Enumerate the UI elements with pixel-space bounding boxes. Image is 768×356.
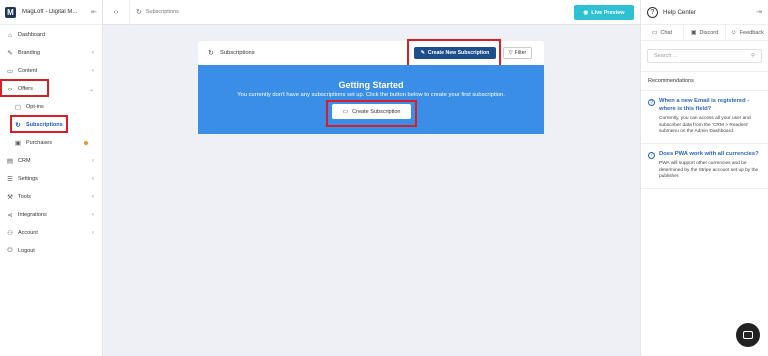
question-icon: ? — [648, 151, 655, 159]
card-title: Subscriptions — [219, 50, 255, 56]
chevron-left-icon: ‹ — [92, 158, 94, 164]
sidebar-item-crm[interactable]: ▤ CRM ‹ — [0, 152, 102, 170]
tab-discord[interactable]: ▣ Discord — [684, 25, 727, 40]
sidebar-item-label: Opt-ins — [26, 104, 44, 110]
recommendation-question: When a new Email is registered - where i… — [659, 98, 750, 112]
sidebar-item-branding[interactable]: ✎ Branding ‹ — [0, 44, 102, 62]
filter-label: Filter — [514, 50, 527, 56]
search-icon: ⚲ — [750, 53, 755, 59]
code-icon[interactable]: ‹› — [103, 9, 129, 16]
chat-launcher-button[interactable] — [736, 323, 760, 347]
feedback-icon: ☺ — [730, 29, 737, 36]
sidebar-item-label: Purchases — [26, 140, 52, 146]
highlight-subscriptions — [10, 115, 68, 133]
tools-icon: ⚒ — [7, 194, 13, 201]
sidebar-item-content[interactable]: ▭ Content ‹ — [0, 62, 102, 80]
sidebar-item-label: Settings — [18, 176, 38, 182]
cart-icon: ▣ — [14, 140, 22, 147]
sidebar: M MagLoft - Digital M... ⇤ ⌂ Dashboard ✎… — [0, 0, 103, 356]
optin-icon: ▢ — [14, 104, 22, 111]
recommendation-question: Does PWA work with all currencies? — [659, 150, 759, 157]
chevron-left-icon: ‹ — [92, 50, 94, 56]
chevron-left-icon: ‹ — [92, 212, 94, 218]
chat-icon: ▭ — [651, 30, 658, 36]
recommendation-answer: PWA will support other currencies and be… — [659, 161, 759, 179]
search-placeholder: Search ... — [654, 53, 678, 59]
collapse-sidebar-icon[interactable]: ⇤ — [91, 8, 97, 16]
sidebar-item-label: Content — [18, 68, 38, 74]
notification-dot — [84, 141, 88, 145]
discord-icon: ▣ — [690, 30, 697, 36]
sidebar-item-label: CRM — [18, 158, 31, 164]
tab-chat[interactable]: ▭ Chat — [641, 25, 684, 40]
eye-icon: ◉ — [583, 9, 589, 16]
settings-icon: ☰ — [7, 176, 13, 183]
recommendation-item[interactable]: ? Does PWA work with all currencies? PWA… — [641, 144, 768, 189]
sidebar-item-label: Account — [18, 230, 38, 236]
hero-title: Getting Started — [338, 80, 404, 90]
tab-label: Feedback — [739, 29, 764, 36]
refresh-icon: ↻ — [136, 9, 142, 16]
live-preview-button[interactable]: ◉ Live Preview — [574, 5, 634, 20]
chevron-left-icon: ‹ — [92, 194, 94, 200]
chevron-left-icon: ‹ — [92, 68, 94, 74]
recommendation-answer: Currently, you can access all your user … — [659, 116, 751, 134]
sidebar-item-label: Dashboard — [18, 32, 45, 38]
highlight-offers — [0, 79, 49, 97]
hero-subtitle: You currently don't have any subscriptio… — [237, 92, 505, 98]
users-icon: ⚇ — [7, 230, 13, 237]
collapse-panel-icon[interactable]: ⇥ — [756, 8, 762, 16]
topbar: ‹› ↻ Subscriptions ◉ Live Preview — [103, 0, 640, 25]
chevron-down-icon: ⌄ — [88, 86, 94, 93]
question-icon: ? — [648, 99, 655, 106]
tab-label: Chat — [660, 29, 672, 36]
sidebar-item-settings[interactable]: ☰ Settings ‹ — [0, 170, 102, 188]
chevron-left-icon: ‹ — [92, 230, 94, 236]
brand-logo: M — [5, 6, 16, 18]
breadcrumb-label: Subscriptions — [145, 9, 179, 15]
brand: M MagLoft - Digital M... ⇤ — [0, 0, 102, 25]
breadcrumb: ↻ Subscriptions — [129, 0, 179, 25]
recommendations-title: Recommendations — [641, 71, 768, 91]
folder-icon: ▭ — [6, 68, 14, 75]
sidebar-item-label: Branding — [18, 50, 41, 56]
brand-name[interactable]: MagLoft - Digital M... — [22, 9, 89, 15]
sidebar-item-integrations[interactable]: ⋖ Integrations ‹ — [0, 206, 102, 224]
sidebar-item-purchases[interactable]: ▣ Purchases — [0, 134, 102, 152]
chat-bubble-icon — [743, 331, 753, 339]
sidebar-item-dashboard[interactable]: ⌂ Dashboard — [0, 26, 102, 44]
help-icon: ? — [647, 6, 658, 18]
share-icon: ⋖ — [7, 212, 13, 219]
filter-icon: ▽ — [508, 50, 513, 56]
tab-feedback[interactable]: ☺ Feedback — [726, 25, 768, 40]
sidebar-item-opt-ins[interactable]: ▢ Opt-ins — [0, 98, 102, 116]
chevron-left-icon: ‹ — [92, 176, 94, 182]
brush-icon: ✎ — [7, 50, 13, 57]
sidebar-item-logout[interactable]: ⏻ Logout — [0, 242, 102, 260]
home-icon: ⌂ — [8, 31, 12, 39]
highlight-create-new-subscription — [407, 39, 501, 67]
help-title: Help Center — [663, 8, 697, 16]
crm-icon: ▤ — [6, 158, 14, 165]
logout-icon: ⏻ — [7, 247, 13, 254]
help-search-input[interactable]: Search ... ⚲ — [647, 49, 762, 63]
sidebar-item-account[interactable]: ⚇ Account ‹ — [0, 224, 102, 242]
help-tabs: ▭ Chat ▣ Discord ☺ Feedback — [641, 25, 768, 41]
recommendation-item[interactable]: ? When a new Email is registered - where… — [641, 91, 768, 144]
tab-label: Discord — [699, 29, 719, 36]
sidebar-item-tools[interactable]: ⚒ Tools ‹ — [0, 188, 102, 206]
sidebar-nav: ⌂ Dashboard ✎ Branding ‹ ▭ Content ‹ ‹› … — [0, 26, 102, 260]
help-header: ? Help Center ⇥ — [641, 0, 768, 25]
filter-button[interactable]: ▽ Filter — [503, 47, 532, 59]
help-center-panel: ? Help Center ⇥ ▭ Chat ▣ Discord ☺ Feedb… — [640, 0, 768, 356]
live-preview-label: Live Preview — [591, 9, 625, 16]
highlight-create-subscription — [326, 100, 417, 127]
sidebar-item-label: Integrations — [18, 212, 47, 218]
sidebar-item-label: Tools — [18, 194, 31, 200]
refresh-icon: ↻ — [208, 50, 214, 57]
sidebar-item-label: Logout — [18, 248, 35, 254]
